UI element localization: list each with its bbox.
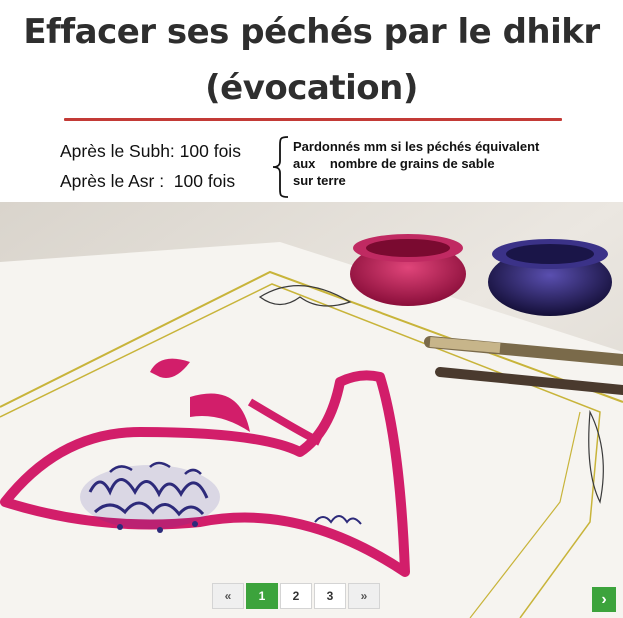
time-subh: Après le Subh: 100 fois: [60, 141, 241, 161]
page-1-button[interactable]: 1: [246, 583, 278, 609]
title-line-2: (évocation): [205, 68, 418, 108]
page-title: Effacer ses péchés par le dhikr (évocati…: [0, 4, 623, 116]
title-line-1: Effacer ses péchés par le dhikr: [23, 12, 600, 52]
prev-page-button[interactable]: «: [212, 583, 244, 609]
next-page-button[interactable]: »: [348, 583, 380, 609]
forgiveness-note: Pardonnés mm si les péchés équivalent au…: [293, 138, 593, 189]
calligraphy-photo: [0, 202, 623, 618]
note-line: Pardonnés mm si les péchés équivalent: [293, 139, 540, 154]
slider-next-button[interactable]: ›: [592, 587, 616, 612]
note-line: sur terre: [293, 173, 346, 188]
page-2-button[interactable]: 2: [280, 583, 312, 609]
pagination: « 1 2 3 »: [212, 583, 380, 609]
dhikr-times: Après le Subh: 100 fois Après le Asr : 1…: [60, 136, 241, 196]
time-asr: Après le Asr : 100 fois: [60, 171, 236, 191]
curly-brace-icon: [272, 136, 289, 198]
calligraphy-image: [0, 202, 623, 618]
page-3-button[interactable]: 3: [314, 583, 346, 609]
title-divider: [64, 118, 562, 121]
note-line: aux nombre de grains de sable: [293, 156, 495, 171]
